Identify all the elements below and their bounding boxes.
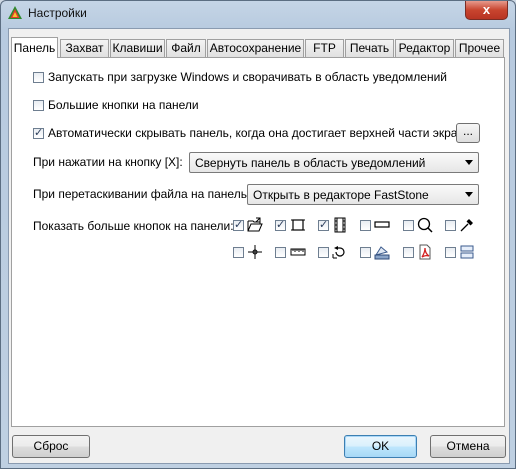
open-button-checkbox[interactable]: ✓: [233, 220, 244, 231]
color-picker-icon: [460, 219, 473, 232]
window-title: Настройки: [28, 6, 87, 20]
autohide-label: Автоматически скрывать панель, когда она…: [48, 126, 471, 140]
chevron-down-icon: [465, 160, 473, 165]
crosshair-icon: [248, 245, 262, 259]
settings-window: Настройки x Панель Захват Клавиши Файл А…: [0, 0, 516, 469]
close-action-label: При нажатии на кнопку [X]:: [33, 155, 183, 169]
split-button-checkbox[interactable]: [445, 247, 456, 258]
drop-action-value: Открыть в редакторе FastStone: [253, 188, 429, 202]
undo-arrow-icon: [332, 246, 345, 259]
tab-hotkeys[interactable]: Клавиши: [110, 39, 165, 57]
autohide-settings-button[interactable]: ...: [456, 123, 480, 143]
big-buttons-label: Большие кнопки на панели: [48, 98, 199, 112]
drop-action-label: При перетаскивании файла на панель:: [33, 187, 251, 201]
cancel-button[interactable]: Отмена: [430, 435, 506, 458]
dialog-body: Панель Захват Клавиши Файл Автосохранени…: [8, 28, 510, 464]
big-buttons-checkbox[interactable]: [33, 100, 44, 111]
crop-button-checkbox[interactable]: ✓: [275, 220, 286, 231]
pdf-button-checkbox[interactable]: [403, 247, 414, 258]
tab-editor[interactable]: Редактор: [395, 39, 454, 57]
autohide-checkbox[interactable]: ✓: [33, 128, 44, 139]
close-button[interactable]: x: [465, 1, 508, 20]
autostart-label: Запускать при загрузке Windows и сворачи…: [48, 70, 447, 84]
tab-file[interactable]: Файл: [166, 39, 206, 57]
tab-print[interactable]: Печать: [345, 39, 394, 57]
crop-frame-icon: [291, 219, 305, 231]
close-action-value: Свернуть панель в область уведомлений: [195, 156, 426, 170]
chevron-down-icon: [465, 192, 473, 197]
horizontal-bar-icon: [374, 221, 390, 228]
panel-tab-content: Запускать при загрузке Windows и сворачи…: [11, 57, 505, 427]
picker-button-checkbox[interactable]: [445, 220, 456, 231]
faststone-app-icon: [8, 6, 22, 19]
more-buttons-label: Показать больше кнопок на панели:: [33, 219, 234, 233]
film-strip-icon: [334, 217, 346, 233]
magnifier-icon: [417, 217, 433, 233]
scan-button-checkbox[interactable]: [360, 247, 371, 258]
title-bar[interactable]: Настройки x: [1, 1, 515, 27]
autostart-checkbox[interactable]: [33, 72, 44, 83]
tab-autosave[interactable]: Автосохранение: [207, 39, 304, 57]
bar-button-checkbox[interactable]: [360, 220, 371, 231]
ruler-icon: [290, 248, 306, 256]
open-folder-icon: [247, 217, 263, 232]
pdf-icon: [419, 244, 431, 260]
undo-button-checkbox[interactable]: [318, 247, 329, 258]
zoom-button-checkbox[interactable]: [403, 220, 414, 231]
tab-ftp[interactable]: FTP: [305, 39, 344, 57]
scanner-icon: [374, 246, 390, 260]
tab-panel[interactable]: Панель: [11, 37, 58, 58]
video-button-checkbox[interactable]: ✓: [318, 220, 329, 231]
reset-button[interactable]: Сброс: [12, 435, 90, 458]
ruler-button-checkbox[interactable]: [275, 247, 286, 258]
ok-button[interactable]: OK: [344, 435, 417, 458]
drop-action-select[interactable]: Открыть в редакторе FastStone: [247, 184, 479, 205]
crosshair-button-checkbox[interactable]: [233, 247, 244, 258]
split-window-icon: [460, 245, 474, 259]
tab-other[interactable]: Прочее: [455, 39, 504, 57]
tab-capture[interactable]: Захват: [60, 39, 109, 57]
close-action-select[interactable]: Свернуть панель в область уведомлений: [189, 152, 479, 173]
